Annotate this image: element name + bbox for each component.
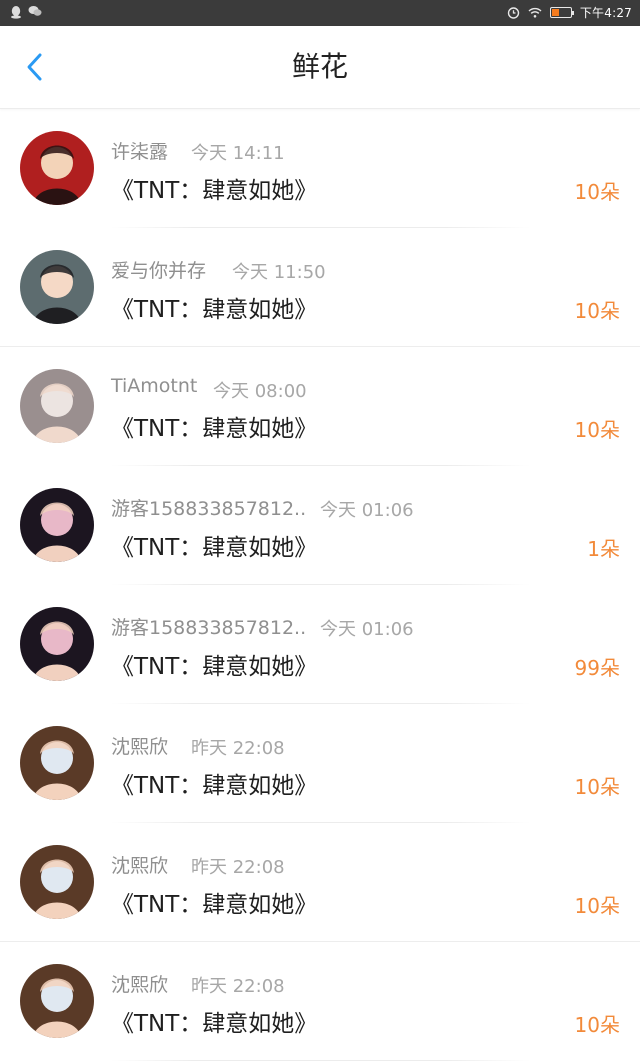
username[interactable]: 沈熙欣 <box>111 851 168 878</box>
username[interactable]: 沈熙欣 <box>111 732 168 759</box>
book-title[interactable]: 《TNT：肆意如她》 <box>111 409 317 443</box>
avatar[interactable] <box>20 131 94 205</box>
flower-count: 1朵 <box>587 537 620 561</box>
username[interactable]: 游客158833857812.. <box>111 494 306 521</box>
timestamp: 昨天 22:08 <box>191 738 285 759</box>
book-title[interactable]: 《TNT：肆意如她》 <box>111 171 317 205</box>
timestamp: 今天 01:06 <box>320 619 414 640</box>
status-bar: 下午4:27 <box>0 0 640 26</box>
timestamp: 今天 08:00 <box>213 381 307 402</box>
notification-icons <box>10 5 42 19</box>
list-item[interactable]: 沈熙欣 昨天 22:08 《TNT：肆意如她》 10朵 <box>0 704 640 823</box>
username[interactable]: 许柒露 <box>111 137 168 164</box>
page-title: 鲜花 <box>291 50 348 83</box>
timestamp: 今天 11:50 <box>232 262 326 283</box>
book-title[interactable]: 《TNT：肆意如她》 <box>111 647 317 681</box>
avatar[interactable] <box>20 369 94 443</box>
list-item[interactable]: 爱与你并存 今天 11:50 《TNT：肆意如她》 10朵 <box>0 228 640 347</box>
avatar[interactable] <box>20 726 94 800</box>
book-title[interactable]: 《TNT：肆意如她》 <box>111 528 317 562</box>
timestamp: 今天 14:11 <box>191 143 285 164</box>
avatar[interactable] <box>20 607 94 681</box>
list-item[interactable]: 游客158833857812.. 今天 01:06 《TNT：肆意如她》 99朵 <box>0 585 640 704</box>
flower-count: 10朵 <box>574 180 620 204</box>
status-time: 下午4:27 <box>579 6 632 20</box>
qq-icon <box>11 6 21 19</box>
avatar[interactable] <box>20 845 94 919</box>
username[interactable]: TiAmotnt <box>111 375 197 397</box>
book-title[interactable]: 《TNT：肆意如她》 <box>111 1004 317 1038</box>
wechat-icon <box>28 6 42 16</box>
top-bar: 鲜花 <box>0 26 640 109</box>
book-title[interactable]: 《TNT：肆意如她》 <box>111 290 317 324</box>
username[interactable]: 游客158833857812.. <box>111 613 306 640</box>
list-item[interactable]: 沈熙欣 昨天 22:08 《TNT：肆意如她》 10朵 <box>0 942 640 1061</box>
flower-count: 10朵 <box>574 418 620 442</box>
username[interactable]: 沈熙欣 <box>111 970 168 997</box>
wifi-icon <box>528 7 542 18</box>
book-title[interactable]: 《TNT：肆意如她》 <box>111 885 317 919</box>
battery-icon <box>549 7 574 18</box>
list-item[interactable]: 许柒露 今天 14:11 《TNT：肆意如她》 10朵 <box>0 109 640 228</box>
list-item[interactable]: 游客158833857812.. 今天 01:06 《TNT：肆意如她》 1朵 <box>0 466 640 585</box>
flower-count: 10朵 <box>574 299 620 323</box>
timestamp: 今天 01:06 <box>320 500 414 521</box>
avatar[interactable] <box>20 964 94 1038</box>
alarm-icon <box>507 7 520 19</box>
flower-record-list: 许柒露 今天 14:11 《TNT：肆意如她》 10朵 爱与你并存 今天 11:50 《TN… <box>0 109 640 1061</box>
avatar[interactable] <box>20 250 94 324</box>
flower-count: 10朵 <box>574 775 620 799</box>
book-title[interactable]: 《TNT：肆意如她》 <box>111 766 317 800</box>
timestamp: 昨天 22:08 <box>191 857 285 878</box>
timestamp: 昨天 22:08 <box>191 976 285 997</box>
avatar[interactable] <box>20 488 94 562</box>
username[interactable]: 爱与你并存 <box>111 256 206 283</box>
list-item[interactable]: 沈熙欣 昨天 22:08 《TNT：肆意如她》 10朵 <box>0 823 640 942</box>
flower-count: 10朵 <box>574 894 620 918</box>
battery-level <box>551 9 560 16</box>
list-item[interactable]: TiAmotnt 今天 08:00 《TNT：肆意如她》 10朵 <box>0 347 640 466</box>
flower-count: 99朵 <box>574 656 620 680</box>
